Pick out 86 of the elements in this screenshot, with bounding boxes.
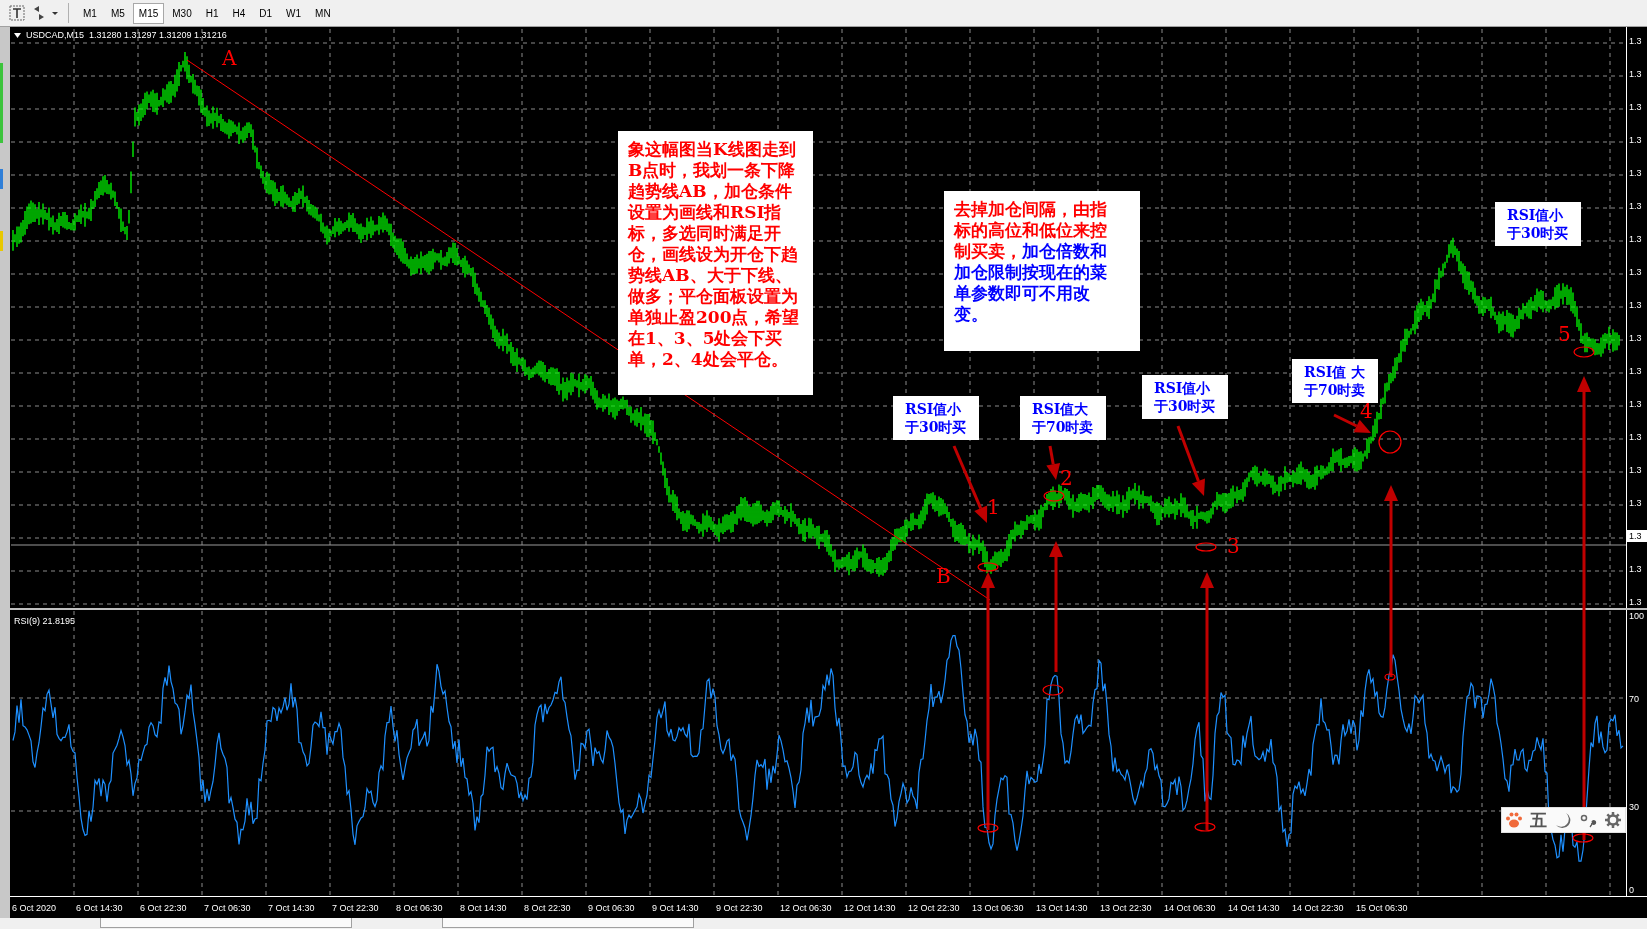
settings-icon[interactable] xyxy=(1603,811,1622,829)
text-tool-icon[interactable] xyxy=(6,3,28,23)
price-label: 1.3 xyxy=(1628,332,1643,344)
time-label: 9 Oct 22:30 xyxy=(716,902,764,913)
timeframe-button[interactable]: M30 xyxy=(166,2,198,24)
time-label: 7 Oct 06:30 xyxy=(204,902,252,913)
timeframe-button[interactable]: H1 xyxy=(199,2,225,24)
timeframe-button[interactable]: H4 xyxy=(226,2,252,24)
note-text: 去掉加仓间隔，由指标的高位和低位来控制买卖，加仓倍数和加仓限制按现在的菜单参数即可不用改变。 xyxy=(944,191,1140,351)
price-label: 1.3 xyxy=(1628,431,1643,443)
ellipse-marker xyxy=(1194,822,1216,832)
timeframe-button[interactable]: M1 xyxy=(77,2,103,24)
price-label: 1.3 xyxy=(1628,200,1643,212)
time-label: 8 Oct 14:30 xyxy=(460,902,508,913)
callout-note: RSI值小于30时买 xyxy=(1495,202,1581,246)
time-label: 14 Oct 06:30 xyxy=(1164,902,1217,913)
input-mode-button[interactable]: 五 xyxy=(1530,808,1548,832)
price-label: 1.3 xyxy=(1628,365,1643,377)
point-label: 4 xyxy=(1360,401,1373,421)
triangle-icon[interactable] xyxy=(14,32,21,38)
ellipse-marker xyxy=(977,562,999,572)
price-label: 1.3 xyxy=(1628,398,1643,410)
rsi-level-label: 100 xyxy=(1628,610,1646,622)
time-label: 12 Oct 06:30 xyxy=(780,902,833,913)
point-label: 3 xyxy=(1227,536,1240,556)
ellipse-marker xyxy=(977,823,999,833)
callout-note: RSI值小于30时买 xyxy=(1142,375,1228,419)
rsi-level-label: 0 xyxy=(1628,884,1635,896)
time-label: 13 Oct 06:30 xyxy=(972,902,1025,913)
time-label: 6 Oct 2020 xyxy=(12,902,58,913)
time-label: 7 Oct 14:30 xyxy=(268,902,316,913)
ellipse-marker xyxy=(1572,833,1594,843)
rsi-level-label: 70 xyxy=(1628,693,1640,706)
callout-note: RSI值小于30时买 xyxy=(893,396,979,440)
timeframe-button[interactable]: W1 xyxy=(280,2,308,24)
price-label: 1.3 xyxy=(1628,233,1643,245)
price-label: 1.3 xyxy=(1628,299,1643,311)
time-label: 13 Oct 22:30 xyxy=(1100,902,1153,913)
point-label: 2 xyxy=(1060,468,1073,488)
timeframe-button[interactable]: M15 xyxy=(132,2,165,24)
ellipse-marker xyxy=(1043,490,1065,502)
price-label: 1.3 xyxy=(1628,266,1643,278)
time-label: 13 Oct 14:30 xyxy=(1036,902,1089,913)
current-price-label: 1.3 xyxy=(1627,530,1647,542)
time-label: 12 Oct 14:30 xyxy=(844,902,897,913)
circle-marker xyxy=(1378,430,1402,454)
ellipse-marker xyxy=(1042,684,1064,696)
time-label: 7 Oct 22:30 xyxy=(332,902,380,913)
time-label: 14 Oct 14:30 xyxy=(1228,902,1281,913)
time-label: 8 Oct 06:30 xyxy=(396,902,444,913)
price-label: 1.3 xyxy=(1628,596,1643,608)
price-label: 1.3 xyxy=(1628,101,1643,113)
arrow xyxy=(1176,425,1205,496)
price-label: 1.3 xyxy=(1628,134,1643,146)
timeframe-button[interactable]: M5 xyxy=(104,2,131,24)
price-label: 1.3 xyxy=(1628,68,1643,80)
callout-note: RSI值 大于70时卖 xyxy=(1292,359,1378,403)
time-label: 6 Oct 14:30 xyxy=(76,902,124,913)
point-label: A xyxy=(222,48,237,68)
time-label: 12 Oct 22:30 xyxy=(908,902,961,913)
chart-header: USDCAD,M15 1.31280 1.31297 1.31209 1.31216 xyxy=(26,30,227,40)
callout-note: RSI值大于70时卖 xyxy=(1020,396,1106,440)
time-label: 9 Oct 06:30 xyxy=(588,902,636,913)
ellipse-marker xyxy=(1573,346,1595,358)
arrow xyxy=(1046,445,1061,480)
price-label: 1.3 xyxy=(1628,35,1643,47)
time-label: 15 Oct 06:30 xyxy=(1356,902,1409,913)
note-text: 象这幅图当K线图走到B点时，我划一条下降趋势线AB，加仓条件设置为画线和RSI指标，多选同时满足开仓，画线设为开仓下趋势线AB、大于下线、做多；平仓面板设置为单独止盈200点，希望在1、3、5处会下买单，2、4处会平仓。 xyxy=(618,131,813,395)
timeframe-button[interactable]: D1 xyxy=(253,2,279,24)
price-label: 1.3 xyxy=(1628,563,1643,575)
indicator-label: RSI(9) 21.8195 xyxy=(13,615,77,628)
paw-icon[interactable] xyxy=(1505,811,1524,829)
price-label: 1.3 xyxy=(1628,497,1643,509)
price-label: 1.3 xyxy=(1628,167,1643,179)
time-label: 14 Oct 22:30 xyxy=(1292,902,1345,913)
time-label: 8 Oct 22:30 xyxy=(524,902,572,913)
point-label: 1 xyxy=(987,497,1000,517)
ellipse-marker xyxy=(1195,542,1217,552)
ellipse-marker xyxy=(1384,673,1396,681)
time-label: 9 Oct 14:30 xyxy=(652,902,700,913)
point-label: B xyxy=(936,566,951,586)
time-label: 6 Oct 22:30 xyxy=(140,902,188,913)
point-label: 5 xyxy=(1558,324,1571,344)
rsi-level-label: 30 xyxy=(1628,800,1640,813)
timeframe-button[interactable]: MN xyxy=(309,2,337,24)
price-label: 1.3 xyxy=(1628,464,1643,476)
